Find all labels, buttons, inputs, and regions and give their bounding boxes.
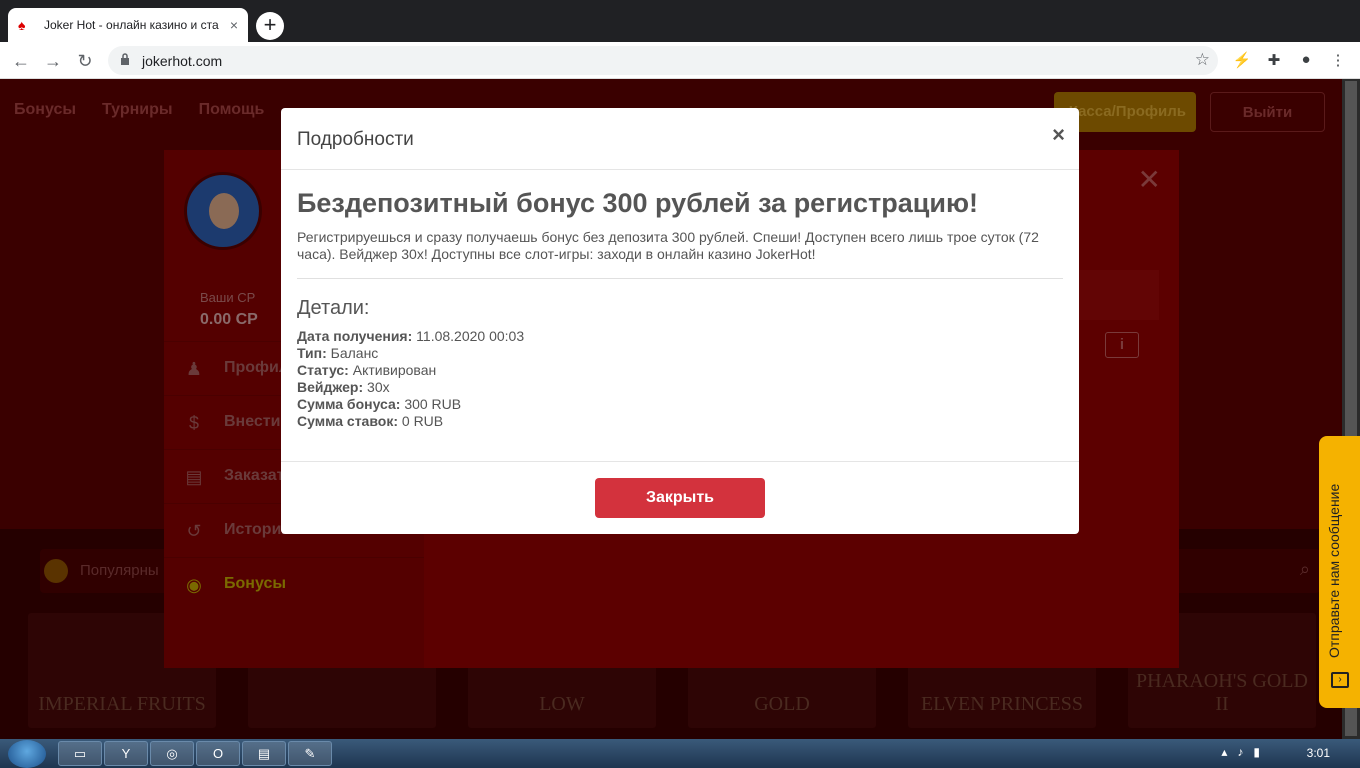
clock[interactable]: 3:01 <box>1307 746 1330 760</box>
opera-icon[interactable]: O <box>196 741 240 766</box>
user-icon: ♟ <box>185 359 203 379</box>
start-button[interactable] <box>8 740 46 768</box>
avatar <box>184 172 262 250</box>
bonus-title: Бездепозитный бонус 300 рублей за регист… <box>297 188 979 218</box>
detail-row: Тип: Баланс <box>297 345 379 361</box>
site-nav-bonuses[interactable]: Бонусы <box>14 101 76 119</box>
paint-icon[interactable]: ✎ <box>288 741 332 766</box>
lightning-extension-icon[interactable]: ⚡ <box>1232 51 1252 69</box>
sidebar-item-bonuses[interactable]: ◉ Бонусы <box>164 557 424 611</box>
explorer-icon[interactable]: ▭ <box>58 741 102 766</box>
history-icon: ↺ <box>186 521 202 541</box>
lock-icon <box>121 53 129 65</box>
cp-value: 0.00 CP <box>200 311 258 328</box>
modal-close-icon[interactable]: × <box>1052 124 1065 146</box>
detail-row: Сумма ставок: 0 RUB <box>297 413 444 429</box>
popular-icon <box>44 559 68 583</box>
cp-label: Ваши СР <box>200 290 256 305</box>
modal-footer-divider <box>281 461 1079 462</box>
tab-title: Joker Hot - онлайн казино и ста <box>44 18 219 32</box>
jester-favicon-icon: ♠ <box>18 17 26 33</box>
detail-row: Статус: Активирован <box>297 362 437 378</box>
notepad-icon[interactable]: ▤ <box>242 741 286 766</box>
bonus-icon: ◉ <box>186 575 202 595</box>
close-button[interactable]: Закрыть <box>595 478 765 518</box>
detail-row: Сумма бонуса: 300 RUB <box>297 396 462 412</box>
browser-toolbar: ← → ↻ jokerhot.com ☆ ⚡ ✚ ● ⋮ <box>0 42 1360 79</box>
message-icon: › <box>1331 672 1349 688</box>
system-tray-icons[interactable]: ▴♪▮ <box>1221 745 1270 759</box>
cashier-icon: ▤ <box>185 467 203 487</box>
browser-tab[interactable]: ♠ Joker Hot - онлайн казино и ста × <box>8 8 248 42</box>
detail-row: Дата получения: 11.08.2020 00:03 <box>297 328 525 344</box>
bonus-description: Регистрируешься и сразу получаешь бонус … <box>297 229 1039 262</box>
forward-icon[interactable]: → <box>42 50 64 72</box>
windows-taskbar: ▭ Y ◎ O ▤ ✎ ▴♪▮ 3:01 <box>0 739 1360 768</box>
site-nav-tournaments[interactable]: Турниры <box>102 101 173 119</box>
chrome-icon[interactable]: ◎ <box>150 741 194 766</box>
deposit-icon: $ <box>188 413 199 433</box>
logout-button[interactable]: Выйти <box>1210 92 1325 132</box>
reload-icon[interactable]: ↻ <box>74 50 96 72</box>
search-icon[interactable]: ⌕ <box>1300 559 1310 580</box>
detail-row: Вейджер: 30x <box>297 379 390 395</box>
account-icon[interactable]: ● <box>1296 51 1316 68</box>
new-tab-button[interactable]: + <box>256 12 284 40</box>
modal-title: Подробности <box>297 129 414 150</box>
address-bar[interactable]: jokerhot.com ☆ <box>108 46 1218 75</box>
bonus-table-row <box>1079 270 1159 320</box>
bookmark-star-icon[interactable]: ☆ <box>1195 50 1210 70</box>
tab-close-icon[interactable]: × <box>230 17 238 33</box>
panel-close-icon[interactable]: ✕ <box>1138 166 1161 194</box>
details-list: Дата получения: 11.08.2020 00:03 Тип: Ба… <box>297 328 524 430</box>
modal-header: Подробности × <box>281 108 1079 170</box>
yandex-browser-icon[interactable]: Y <box>104 741 148 766</box>
divider <box>297 278 1063 279</box>
feedback-tab[interactable]: Отправьте нам сообщение › <box>1319 436 1360 708</box>
details-modal: Подробности × Бездепозитный бонус 300 ру… <box>281 108 1079 534</box>
info-button[interactable]: i <box>1105 332 1139 358</box>
details-title: Детали: <box>297 297 370 319</box>
url-text[interactable]: jokerhot.com <box>142 53 222 69</box>
feedback-label: Отправьте нам сообщение <box>1326 483 1342 658</box>
site-nav-help[interactable]: Помощь <box>199 101 265 119</box>
browser-tabbar: ♠ Joker Hot - онлайн казино и ста × + <box>0 0 1360 42</box>
menu-dots-icon[interactable]: ⋮ <box>1328 51 1348 69</box>
popular-label[interactable]: Популярны <box>80 562 159 579</box>
puzzle-extensions-icon[interactable]: ✚ <box>1264 51 1284 69</box>
site-nav: Бонусы Турниры Помощь <box>14 101 264 119</box>
back-icon[interactable]: ← <box>10 50 32 72</box>
